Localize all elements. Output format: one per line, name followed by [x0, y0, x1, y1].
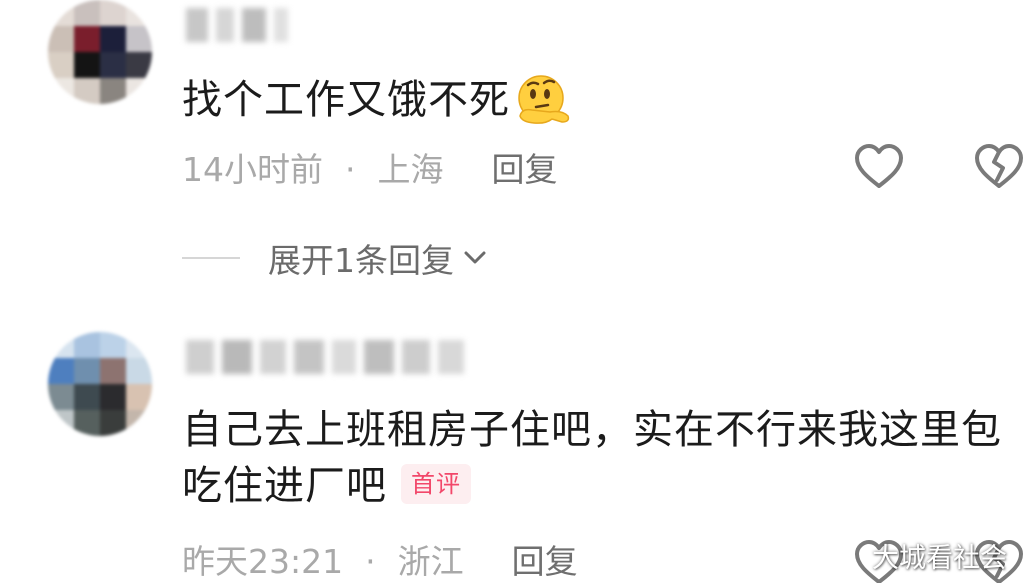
divider-line: [182, 257, 240, 259]
comment-text: 找个工作又饿不死: [182, 72, 576, 128]
expand-replies-button[interactable]: 展开1条回复: [182, 236, 490, 280]
username-blurred[interactable]: [186, 340, 486, 374]
comment-time: 昨天23:21: [182, 542, 344, 581]
watermark: 大城看社会: [872, 543, 1007, 574]
separator: ·: [345, 150, 356, 189]
reply-button[interactable]: 回复: [512, 542, 578, 581]
avatar[interactable]: [48, 332, 152, 436]
separator: ·: [365, 542, 376, 581]
comment-meta: 昨天23:21 · 浙江 回复: [182, 542, 578, 582]
thinking-face-icon: [510, 72, 576, 128]
comment-body: 自己去上班租房子住吧，实在不行来我这里包吃住进厂吧: [182, 407, 1002, 509]
heart-icon[interactable]: [852, 142, 906, 192]
comment-time: 14小时前: [182, 150, 323, 189]
expand-replies-label: 展开1条回复: [268, 241, 454, 280]
username-blurred[interactable]: [186, 8, 296, 42]
reply-button[interactable]: 回复: [492, 150, 558, 189]
first-comment-badge: 首评: [401, 464, 471, 504]
comment-meta: 14小时前 · 上海 回复: [182, 150, 558, 190]
broken-heart-icon[interactable]: [972, 142, 1026, 192]
avatar[interactable]: [48, 0, 152, 104]
comment-text: 自己去上班租房子住吧，实在不行来我这里包吃住进厂吧 首评: [182, 402, 1002, 514]
chevron-down-icon: [464, 251, 486, 264]
comment-list: 找个工作又饿不死 14小时前 · 上海 回复 展开1条回复 自己去上班租房子住吧…: [0, 0, 1033, 583]
comment-location: 上海: [377, 150, 444, 189]
comment-body: 找个工作又饿不死: [182, 77, 510, 123]
comment-location: 浙江: [397, 542, 464, 581]
